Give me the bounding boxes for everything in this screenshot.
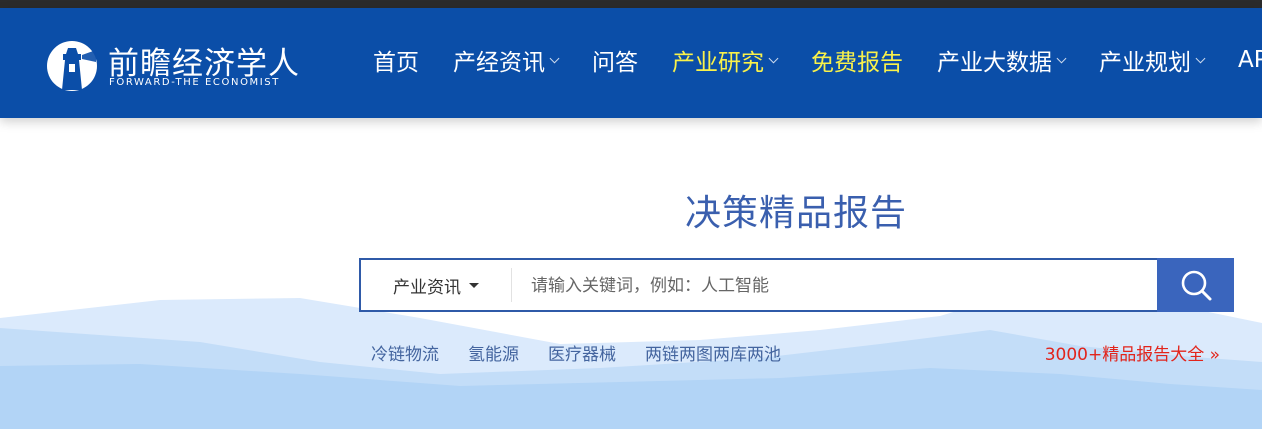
nav-item-label: 免费报告 (811, 50, 903, 76)
search-category-select[interactable]: 产业资讯 (361, 260, 511, 310)
hot-tag-link[interactable]: 医疗器械 (548, 340, 616, 365)
hot-tag-link[interactable]: 冷链物流 (371, 340, 439, 365)
hot-tag-link[interactable]: 两链两图两库两池 (645, 340, 781, 365)
search-category-label: 产业资讯 (393, 277, 461, 298)
nav-item-research[interactable]: 产业研究 (672, 43, 779, 77)
chevron-down-icon (768, 53, 779, 63)
nav-item-home[interactable]: 首页 (373, 43, 419, 77)
nav-item-qa[interactable]: 问答 (592, 43, 638, 77)
nav-item-label: 产业规划 (1099, 50, 1191, 76)
nav-item-label: AP (1238, 47, 1262, 73)
top-strip (0, 0, 1262, 8)
nav-item-label: 产业大数据 (937, 50, 1052, 76)
nav-item-free-reports[interactable]: 免费报告 (811, 43, 903, 77)
nav-item-label: 产业研究 (672, 50, 764, 76)
chevron-down-icon (1056, 53, 1067, 63)
search-icon (1181, 270, 1211, 301)
hot-tags: 冷链物流 氢能源 医疗器械 两链两图两库两池 (371, 340, 810, 365)
site-header: 前瞻经济学人 FORWARD-THE ECONOMIST 首页 产经资讯 问答 … (0, 8, 1262, 118)
search-divider (511, 268, 512, 302)
hot-tag-link[interactable]: 氢能源 (468, 340, 519, 365)
nav-item-label: 首页 (373, 50, 419, 76)
nav-item-planning[interactable]: 产业规划 (1099, 43, 1206, 77)
nav-item-label: 问答 (592, 50, 638, 76)
search-button[interactable] (1157, 258, 1234, 312)
chevron-down-icon (1195, 53, 1206, 63)
hero-section: 决策精品报告 产业资讯 冷链物流 氢能源 医疗器械 两链两图两库两池 3000+… (0, 118, 1262, 429)
lighthouse-logo-icon (47, 41, 97, 91)
main-nav: 首页 产经资讯 问答 产业研究 免费报告 产业大数据 产业规划 AP (373, 43, 1262, 77)
logo-name-en: FORWARD-THE ECONOMIST (109, 77, 280, 88)
search-input[interactable] (529, 260, 1153, 312)
chevron-down-icon (549, 53, 560, 63)
nav-item-app[interactable]: AP (1238, 43, 1262, 77)
search-bar: 产业资讯 (359, 258, 1234, 312)
all-reports-link[interactable]: 3000+精品报告大全 » (1045, 340, 1220, 365)
nav-item-news[interactable]: 产经资讯 (453, 43, 560, 77)
page-title: 决策精品报告 (684, 193, 907, 234)
caret-down-icon (469, 282, 479, 288)
nav-item-big-data[interactable]: 产业大数据 (937, 43, 1067, 77)
nav-item-label: 产经资讯 (453, 50, 545, 76)
